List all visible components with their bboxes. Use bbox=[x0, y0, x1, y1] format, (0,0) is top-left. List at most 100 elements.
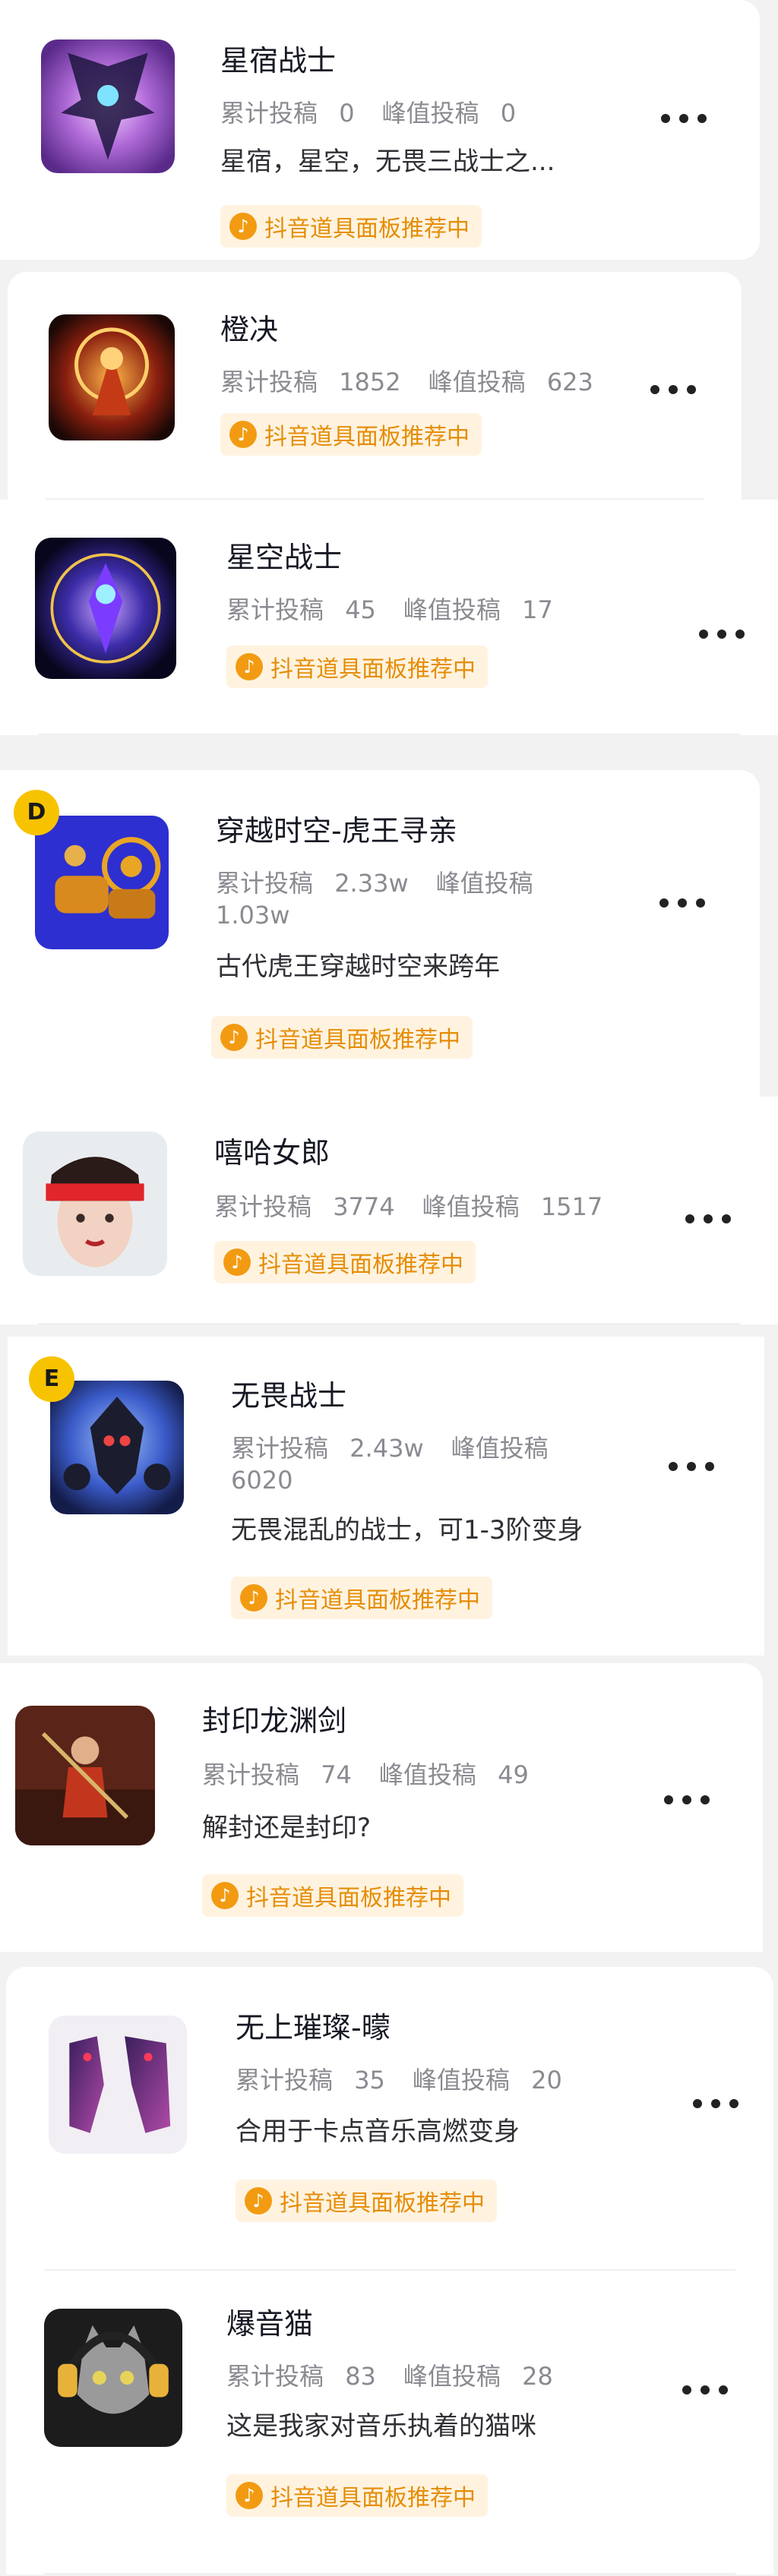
effect-title: 穿越时空-虎王寻亲 bbox=[216, 814, 457, 848]
effect-title: 橙决 bbox=[220, 313, 279, 346]
effect-stats: 累计投稿 45 峰值投稿 17 bbox=[226, 595, 553, 624]
divider bbox=[44, 2573, 735, 2574]
effect-thumbnail[interactable] bbox=[49, 314, 175, 440]
list-item[interactable]: 封印龙渊剑 累计投稿 74 峰值投稿 49 解封还是封印? ♪ 抖音道具面板推荐中 bbox=[0, 1663, 763, 1952]
dot-icon bbox=[696, 898, 705, 908]
tiktok-icon: ♪ bbox=[223, 1249, 251, 1276]
dot-icon bbox=[701, 2385, 710, 2394]
effect-title: 嘻哈女郎 bbox=[214, 1136, 330, 1170]
effect-thumbnail[interactable] bbox=[44, 2309, 182, 2447]
more-options-button[interactable] bbox=[659, 892, 705, 914]
recommend-tag: ♪ 抖音道具面板推荐中 bbox=[220, 413, 482, 456]
list-item[interactable]: D 穿越时空-虎王寻亲 累计投稿 2.33w 峰值投稿 1.03w 古代虎王穿越时… bbox=[0, 770, 760, 1097]
effect-description: 无畏混乱的战士，可1-3阶变身 bbox=[231, 1515, 584, 1545]
effect-description: 合用于卡点音乐高燃变身 bbox=[236, 2117, 520, 2147]
more-options-button[interactable] bbox=[699, 623, 745, 646]
dot-icon bbox=[704, 1214, 713, 1223]
list-item[interactable]: 橙决 累计投稿 1852 峰值投稿 623 ♪ 抖音道具面板推荐中 bbox=[8, 272, 742, 500]
dot-icon bbox=[682, 2385, 691, 2394]
recommend-tag: ♪ 抖音道具面板推荐中 bbox=[226, 646, 488, 688]
dot-icon bbox=[717, 630, 726, 639]
dot-icon bbox=[687, 385, 696, 394]
dot-icon bbox=[719, 2385, 728, 2394]
dot-icon bbox=[678, 898, 687, 908]
more-options-button[interactable] bbox=[661, 107, 707, 130]
dot-icon bbox=[659, 898, 669, 908]
recommend-tag: ♪ 抖音道具面板推荐中 bbox=[211, 1016, 473, 1059]
recommend-tag: ♪ 抖音道具面板推荐中 bbox=[202, 1874, 463, 1917]
letter-badge: D bbox=[14, 790, 59, 835]
effect-title: 无畏战士 bbox=[231, 1379, 347, 1413]
effect-stats: 累计投稿 35 峰值投稿 20 bbox=[236, 2066, 562, 2095]
dot-icon bbox=[699, 630, 708, 639]
effect-title: 星宿战士 bbox=[220, 44, 337, 77]
effect-title: 封印龙渊剑 bbox=[202, 1704, 347, 1738]
dot-icon bbox=[661, 114, 670, 123]
recommend-tag: ♪ 抖音道具面板推荐中 bbox=[220, 205, 482, 248]
dot-icon bbox=[722, 1214, 731, 1223]
more-options-button[interactable] bbox=[682, 2379, 728, 2401]
dot-icon bbox=[682, 1795, 691, 1804]
more-options-button[interactable] bbox=[650, 378, 696, 401]
effect-description: 古代虎王穿越时空来跨年 bbox=[216, 952, 500, 982]
tiktok-icon: ♪ bbox=[240, 1584, 267, 1612]
tiktok-icon: ♪ bbox=[211, 1882, 239, 1909]
tiktok-icon: ♪ bbox=[229, 421, 257, 448]
dot-icon bbox=[650, 385, 659, 394]
effect-thumbnail[interactable] bbox=[15, 1706, 155, 1845]
recommend-tag: ♪ 抖音道具面板推荐中 bbox=[226, 2474, 488, 2517]
effect-description: 解封还是封印? bbox=[202, 1813, 372, 1843]
more-options-button[interactable] bbox=[685, 1208, 731, 1230]
letter-badge: E bbox=[29, 1356, 74, 1402]
dot-icon bbox=[669, 385, 678, 394]
more-options-button[interactable] bbox=[693, 2092, 738, 2115]
tiktok-icon: ♪ bbox=[245, 2187, 272, 2215]
list-item[interactable]: E 无畏战士 累计投稿 2.43w 峰值投稿 6020 无畏混乱的战士，可1-3阶… bbox=[8, 1337, 764, 1656]
dot-icon bbox=[697, 114, 707, 123]
dot-icon bbox=[711, 2099, 720, 2108]
dot-icon bbox=[705, 1462, 714, 1471]
tiktok-icon: ♪ bbox=[236, 2482, 263, 2509]
effect-thumbnail[interactable] bbox=[49, 2016, 187, 2154]
list-item[interactable]: 爆音猫 累计投稿 83 峰值投稿 28 这是我家对音乐执着的猫咪 ♪ 抖音道具面板… bbox=[6, 2271, 773, 2574]
list-item[interactable]: 星空战士 累计投稿 45 峰值投稿 17 ♪ 抖音道具面板推荐中 bbox=[0, 500, 778, 735]
tiktok-icon: ♪ bbox=[220, 1024, 248, 1051]
tiktok-icon: ♪ bbox=[229, 213, 257, 240]
recommend-tag: ♪ 抖音道具面板推荐中 bbox=[231, 1577, 492, 1619]
effect-stats: 累计投稿 74 峰值投稿 49 bbox=[202, 1760, 529, 1789]
list-item[interactable]: 星宿战士 累计投稿 0 峰值投稿 0 星宿，星空，无畏三战士之... ♪ 抖音道具… bbox=[0, 0, 760, 260]
dot-icon bbox=[693, 2099, 702, 2108]
effect-stats: 累计投稿 2.33w 峰值投稿 1.03w bbox=[216, 869, 533, 930]
effect-stats: 累计投稿 0 峰值投稿 0 bbox=[220, 99, 517, 128]
effect-title: 星空战士 bbox=[226, 541, 343, 574]
effect-stats: 累计投稿 3774 峰值投稿 1517 bbox=[214, 1192, 603, 1221]
dot-icon bbox=[729, 2099, 738, 2108]
effect-stats: 累计投稿 83 峰值投稿 28 bbox=[226, 2362, 553, 2391]
effect-thumbnail[interactable] bbox=[50, 1381, 184, 1514]
effect-stats: 累计投稿 2.43w 峰值投稿 6020 bbox=[231, 1434, 549, 1495]
dot-icon bbox=[664, 1795, 673, 1804]
more-options-button[interactable] bbox=[669, 1455, 714, 1478]
divider bbox=[38, 1323, 740, 1324]
dot-icon bbox=[687, 1462, 696, 1471]
effect-thumbnail[interactable] bbox=[35, 816, 169, 949]
effect-thumbnail[interactable] bbox=[23, 1132, 167, 1276]
divider bbox=[38, 734, 740, 735]
effect-description: 星宿，星空，无畏三战士之... bbox=[220, 147, 555, 177]
effect-thumbnail[interactable] bbox=[41, 39, 175, 173]
dot-icon bbox=[685, 1214, 694, 1223]
effect-description: 这是我家对音乐执着的猫咪 bbox=[226, 2411, 536, 2442]
recommend-tag: ♪ 抖音道具面板推荐中 bbox=[214, 1241, 476, 1283]
effect-list: 星宿战士 累计投稿 0 峰值投稿 0 星宿，星空，无畏三战士之... ♪ 抖音道具… bbox=[0, 0, 778, 2576]
effect-title: 爆音猫 bbox=[226, 2307, 314, 2341]
dot-icon bbox=[701, 1795, 710, 1804]
list-item[interactable]: 嘻哈女郎 累计投稿 3774 峰值投稿 1517 ♪ 抖音道具面板推荐中 bbox=[0, 1097, 778, 1324]
effect-thumbnail[interactable] bbox=[35, 538, 176, 679]
dot-icon bbox=[735, 630, 745, 639]
effect-title: 无上璀璨-曚 bbox=[236, 2011, 391, 2044]
list-item[interactable]: 无上璀璨-曚 累计投稿 35 峰值投稿 20 合用于卡点音乐高燃变身 ♪ 抖音道具… bbox=[6, 1967, 773, 2271]
dot-icon bbox=[669, 1462, 678, 1471]
more-options-button[interactable] bbox=[664, 1788, 710, 1811]
dot-icon bbox=[679, 114, 688, 123]
tiktok-icon: ♪ bbox=[236, 653, 263, 680]
